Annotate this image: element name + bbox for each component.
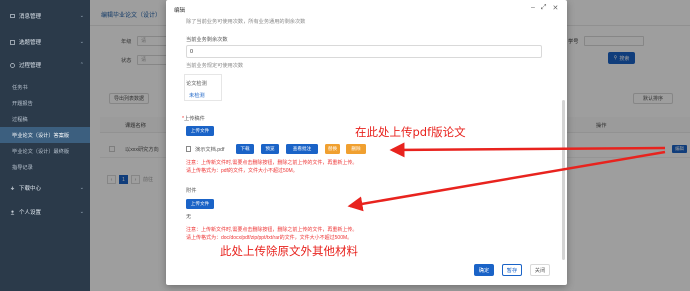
- chevron-down-icon: ⌄: [79, 39, 84, 45]
- sidebar-group-downloads[interactable]: 下载中心 ⌄: [0, 180, 90, 196]
- upload-manuscript-label: *上传稿件: [182, 116, 205, 122]
- close-button[interactable]: 关闭: [530, 264, 550, 276]
- thesis-check-status[interactable]: 未检测: [189, 92, 205, 99]
- usage-hint: 除了当前业务可使用次数，所有业务通用的剩余次数: [186, 19, 306, 25]
- attachment-note-line1: 注意：上传新文件时,需要点击删除按钮，删除之前上传的文件，再重新上传。: [186, 227, 358, 233]
- annotation-upload-others: 此处上传除原文外其他材料: [220, 244, 358, 258]
- file-icon: [186, 146, 191, 152]
- attachment-upload-button[interactable]: 上传文件: [186, 199, 214, 209]
- modal-controls: – ⤢ ✕: [531, 4, 558, 12]
- sidebar-group-label: 选题管理: [19, 40, 42, 46]
- topic-icon: [10, 39, 15, 45]
- sidebar-group-messages[interactable]: 消息管理 ⌄: [0, 8, 90, 24]
- sidebar-item-drafts[interactable]: 过程稿: [0, 111, 90, 127]
- chevron-down-icon: ⌄: [79, 209, 84, 215]
- replace-button[interactable]: 替换: [325, 144, 340, 154]
- process-icon: [10, 62, 15, 68]
- sidebar-group-settings[interactable]: 个人设置 ⌄: [0, 204, 90, 220]
- sidebar-item-thesis-answer[interactable]: 毕业论文（设计）答案版: [0, 127, 90, 143]
- modal-scrollbar[interactable]: [562, 100, 565, 260]
- close-icon[interactable]: ✕: [553, 4, 559, 12]
- sidebar-group-label: 消息管理: [19, 14, 42, 20]
- remaining-label: 当前业务剩余次数: [186, 37, 228, 43]
- annotation-upload-pdf: 在此处上传pdf版论文: [355, 125, 466, 139]
- attachment-note-line2: 请上传格式为：doc/docx/pdf/zip/ppt/txt/rar的文件，文…: [186, 235, 353, 241]
- sidebar-group-topics[interactable]: 选题管理 ⌄: [0, 34, 90, 50]
- sidebar-group-label: 下载中心: [19, 186, 42, 192]
- message-icon: [10, 13, 15, 19]
- minimize-icon[interactable]: –: [531, 4, 535, 12]
- sidebar-group-label: 过程管理: [19, 63, 42, 69]
- download-icon: [10, 186, 15, 191]
- remaining-count-field[interactable]: 0: [186, 45, 542, 58]
- sidebar-item-guidance[interactable]: 指导记录: [0, 159, 90, 175]
- chevron-down-icon: ⌄: [79, 185, 84, 191]
- sidebar: 消息管理 ⌄ 选题管理 ⌄ 过程管理 ⌃ 任务书 开题报告 过程稿 毕业论文（设…: [0, 0, 90, 291]
- confirm-button[interactable]: 确定: [474, 264, 494, 276]
- save-draft-button[interactable]: 暂存: [502, 264, 522, 276]
- sidebar-item-thesis-final[interactable]: 毕业论文（设计）最终版: [0, 143, 90, 159]
- user-icon: [10, 210, 15, 215]
- download-button[interactable]: 下载: [236, 144, 254, 154]
- remaining-hint: 当前业务规定可使用次数: [186, 63, 244, 69]
- chevron-down-icon: ⌄: [79, 13, 84, 19]
- attachment-empty: 无: [186, 214, 192, 220]
- attachment-label: 附件: [186, 188, 197, 194]
- maximize-icon[interactable]: ⤢: [541, 4, 547, 12]
- sidebar-item-task[interactable]: 任务书: [0, 79, 90, 95]
- sidebar-item-proposal[interactable]: 开题报告: [0, 95, 90, 111]
- upload-note-line1: 注意：上传新文件时,需要点击删除按钮，删除之前上传的文件，再重新上传。: [186, 160, 358, 166]
- delete-button[interactable]: 删除: [346, 144, 366, 154]
- view-comments-button[interactable]: 查看批注: [286, 144, 318, 154]
- thesis-check-label: 论文检测: [186, 81, 207, 87]
- upload-file-button[interactable]: 上传文件: [186, 126, 214, 136]
- sidebar-group-label: 个人设置: [19, 210, 42, 216]
- modal-title: 编辑: [174, 8, 186, 14]
- preview-button[interactable]: 预览: [261, 144, 279, 154]
- sidebar-group-process[interactable]: 过程管理 ⌃: [0, 57, 90, 73]
- chevron-up-icon: ⌃: [79, 62, 84, 68]
- uploaded-file-name: 演示文档.pdf: [195, 147, 225, 153]
- upload-note-line2: 请上传格式为：pdf的文件，文件大小不超过50M。: [186, 168, 298, 174]
